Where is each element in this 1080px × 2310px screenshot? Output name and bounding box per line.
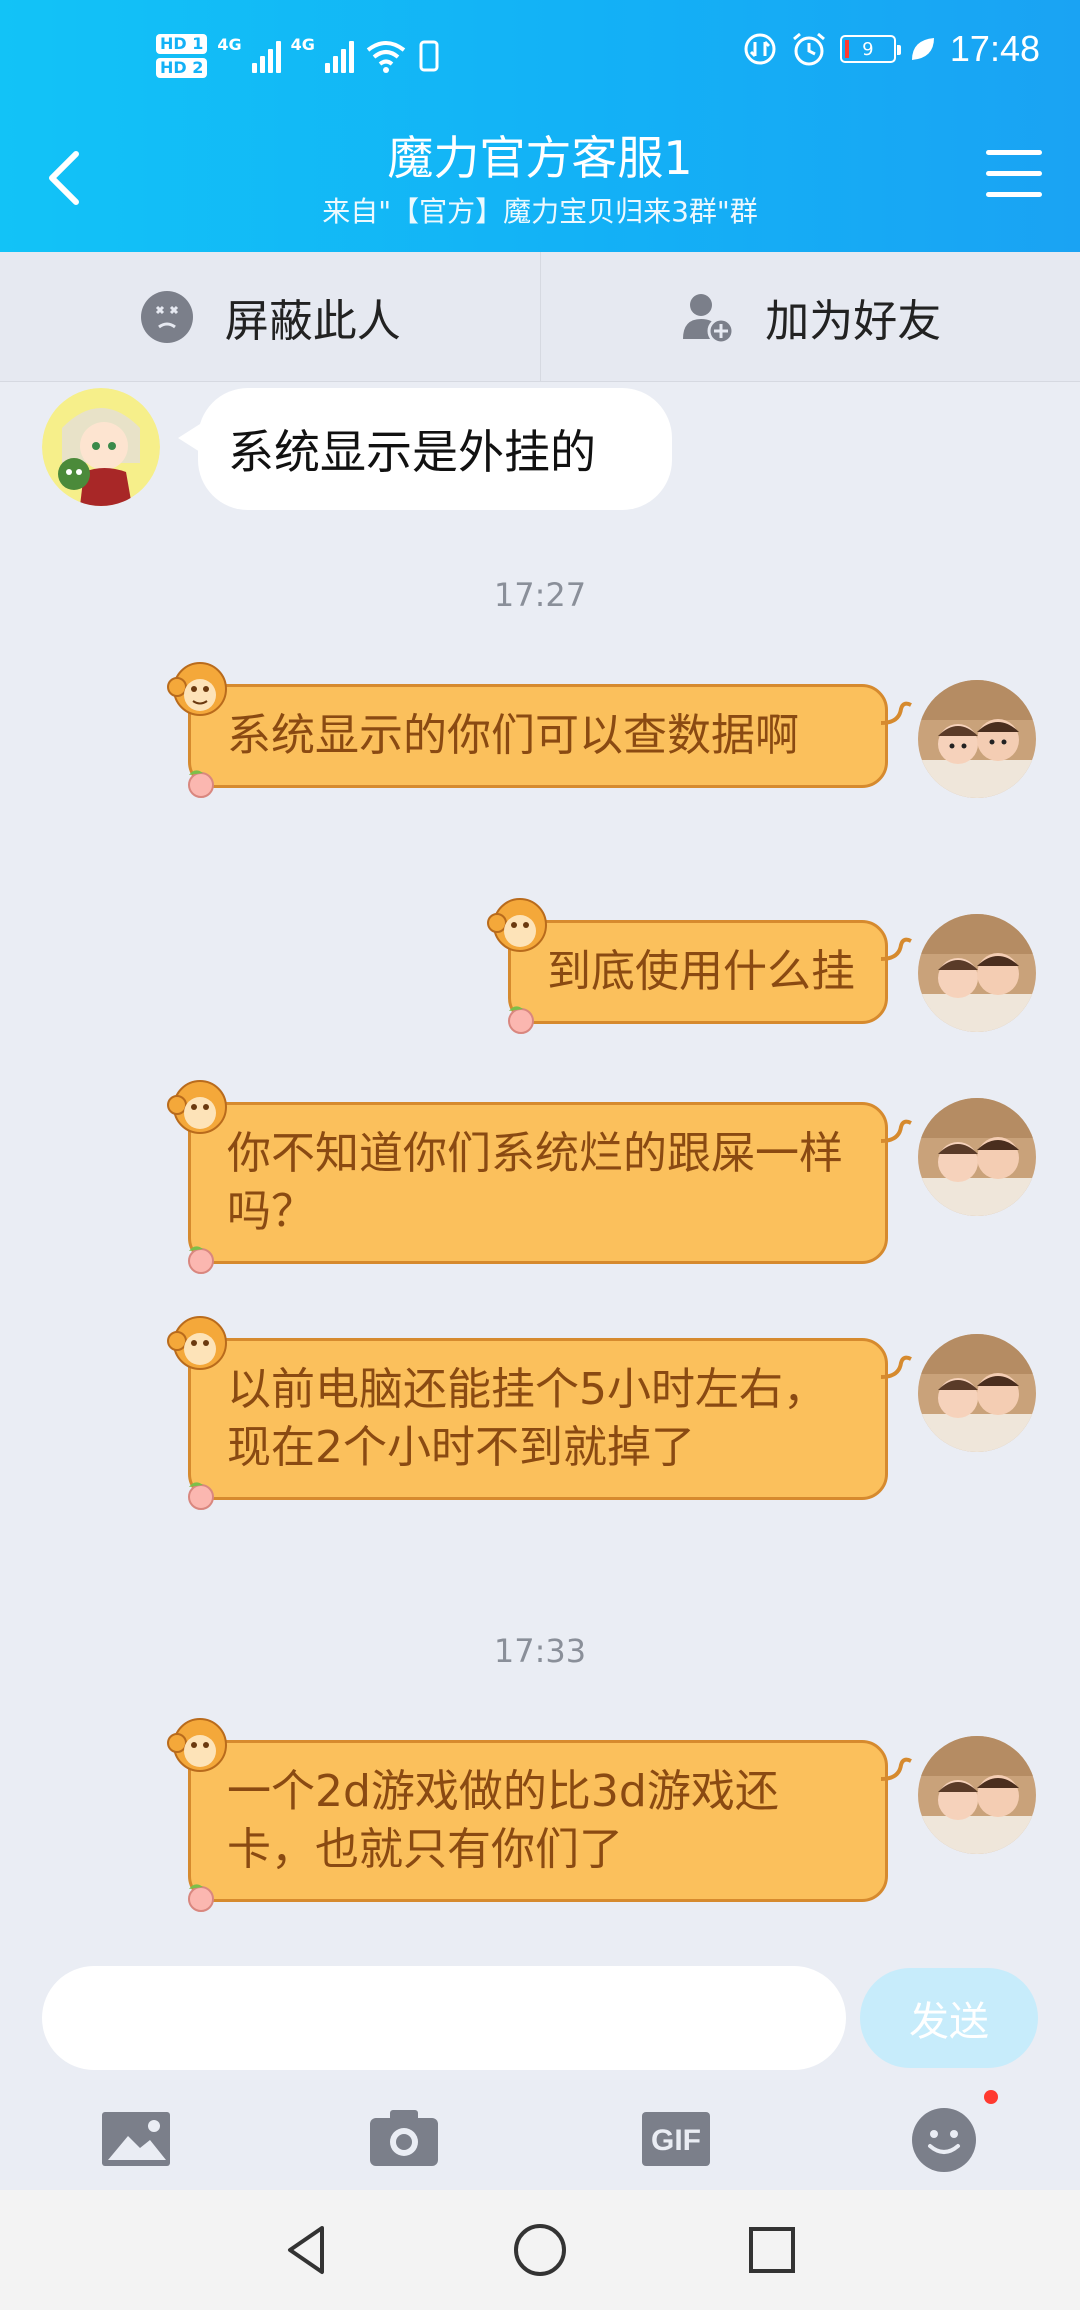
input-toolbar: GIF (0, 2090, 1080, 2190)
signal-group: HD 1 HD 2 4G 4G (156, 34, 440, 78)
send-button[interactable]: 发送 (860, 1968, 1038, 2068)
block-user-button[interactable]: 屏蔽此人 (0, 252, 540, 381)
tail-icon (880, 1355, 912, 1379)
sim-indicators: HD 1 HD 2 (156, 34, 208, 78)
image-icon[interactable] (100, 2102, 172, 2174)
data-saver-icon (744, 33, 776, 65)
my-avatar[interactable] (918, 1736, 1036, 1854)
kids-photo-avatar-icon (918, 914, 1036, 1032)
battery-level: 9 (862, 38, 874, 60)
nav-recents-icon[interactable] (742, 2220, 802, 2280)
status-right: 9 17:48 (742, 28, 1040, 70)
message-text: 到底使用什么挂 (547, 946, 855, 997)
sim-card-icon (419, 40, 439, 72)
message-bubble-outgoing[interactable]: 一个2d游戏做的比3d游戏还卡，也就只有你们了 (167, 1718, 912, 1912)
message-bubble-incoming[interactable]: 系统显示是外挂的 (178, 388, 672, 510)
title-bar: HD 1 HD 2 4G 4G 9 17:48 魔力官方客服1 来自"【官方】魔… (0, 0, 1080, 252)
action-bar: 屏蔽此人 加为好友 (0, 252, 1080, 382)
peach-icon (188, 770, 214, 798)
kids-photo-avatar-icon (918, 1334, 1036, 1452)
system-nav-bar (0, 2190, 1080, 2310)
tail-icon (880, 701, 912, 725)
camera-icon[interactable] (368, 2102, 440, 2174)
peach-icon (188, 1482, 214, 1510)
add-friend-icon (683, 293, 735, 344)
monkey-icon (167, 1316, 227, 1370)
chat-subtitle: 来自"【官方】魔力宝贝归来3群"群 (322, 195, 758, 228)
nav-home-icon[interactable] (510, 2220, 570, 2280)
message-text: 系统显示的你们可以查数据啊 (227, 710, 799, 761)
message-bubble-outgoing[interactable]: 系统显示的你们可以查数据啊 (167, 662, 912, 798)
message-text: 系统显示是外挂的 (228, 425, 596, 479)
leaf-icon (911, 38, 934, 60)
menu-icon-line (986, 171, 1042, 176)
monkey-icon (487, 898, 547, 952)
my-avatar[interactable] (918, 1098, 1036, 1216)
sim2-label: HD 2 (156, 58, 208, 78)
chat-title: 魔力官方客服1 (387, 131, 693, 185)
menu-button[interactable] (986, 150, 1042, 200)
notification-dot (984, 2090, 998, 2104)
timestamp: 17:27 (493, 576, 587, 614)
status-bar: HD 1 HD 2 4G 4G 9 17:48 (0, 28, 1080, 98)
message-input[interactable] (42, 1966, 846, 2070)
message-text: 你不知道你们系统烂的跟屎一样吗？ (227, 1128, 843, 1237)
block-label: 屏蔽此人 (224, 295, 401, 347)
contact-avatar[interactable] (42, 388, 160, 506)
message-bubble-outgoing[interactable]: 到底使用什么挂 (487, 898, 912, 1034)
menu-icon-line (986, 150, 1042, 155)
gif-icon[interactable]: GIF (640, 2102, 712, 2174)
monkey-icon (167, 1080, 227, 1134)
emoji-icon[interactable] (908, 2102, 980, 2174)
kids-photo-avatar-icon (918, 1098, 1036, 1216)
message-bubble-outgoing[interactable]: 你不知道你们系统烂的跟屎一样吗？ (167, 1080, 912, 1274)
nav-back-icon[interactable] (278, 2220, 338, 2280)
network-type-1: 4G (217, 34, 242, 54)
message-text: 一个2d游戏做的比3d游戏还卡，也就只有你们了 (227, 1766, 779, 1875)
network-type-2: 4G (290, 34, 315, 54)
signal-icon-2 (324, 39, 354, 73)
timestamp: 17:33 (493, 1632, 587, 1670)
kids-photo-avatar-icon (918, 680, 1036, 798)
my-avatar[interactable] (918, 914, 1036, 1032)
peach-icon (508, 1006, 534, 1034)
tail-icon (880, 1757, 912, 1781)
peach-icon (188, 1884, 214, 1912)
battery-icon: 9 (839, 35, 901, 63)
monkey-icon (167, 662, 227, 716)
alarm-icon (792, 32, 825, 66)
signal-icon (251, 39, 281, 73)
peach-icon (188, 1246, 214, 1274)
kids-photo-avatar-icon (918, 1736, 1036, 1854)
message-text: 以前电脑还能挂个5小时左右，现在2个小时不到就掉了 (227, 1364, 827, 1473)
wifi-icon (366, 41, 406, 73)
my-avatar[interactable] (918, 1334, 1036, 1452)
block-icon (140, 290, 193, 343)
tail-icon (880, 937, 912, 961)
my-avatar[interactable] (918, 680, 1036, 798)
message-bubble-outgoing[interactable]: 以前电脑还能挂个5小时左右，现在2个小时不到就掉了 (167, 1316, 912, 1510)
status-time: 17:48 (949, 28, 1040, 69)
sim1-label: HD 1 (156, 34, 208, 54)
add-friend-button[interactable]: 加为好友 (539, 252, 1080, 381)
menu-icon-line (986, 192, 1042, 197)
monkey-icon (167, 1718, 227, 1772)
anime-girl-avatar-icon (42, 388, 160, 506)
add-friend-label: 加为好友 (765, 295, 942, 347)
svg-text:GIF: GIF (651, 2124, 701, 2157)
tail-icon (880, 1119, 912, 1143)
